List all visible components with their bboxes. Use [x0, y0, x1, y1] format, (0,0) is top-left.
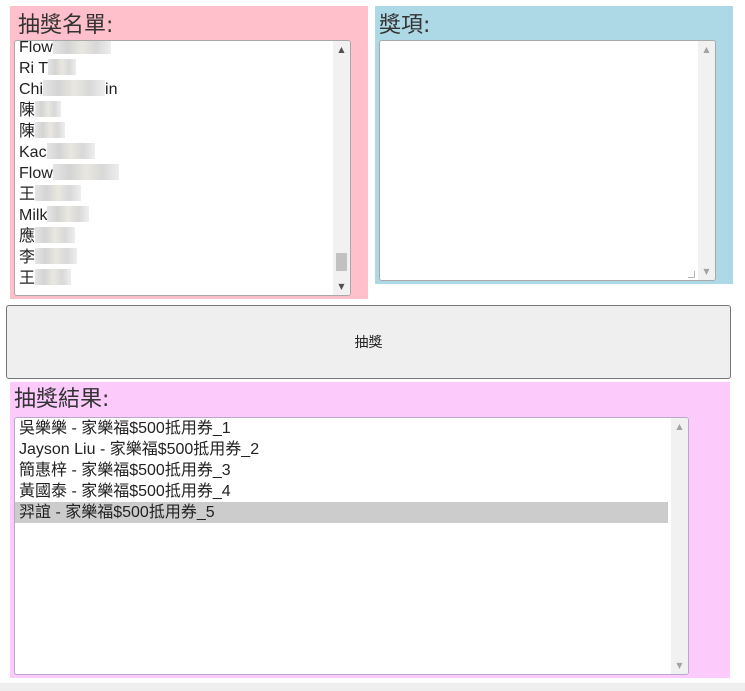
entrant-name-suffix: in: [105, 81, 118, 98]
results-list: 吳樂樂 - 家樂福$500抵用券_1 Jayson Liu - 家樂福$500抵用…: [15, 418, 668, 523]
prizes-title: 獎項:: [379, 13, 431, 38]
list-item[interactable]: 羿誼 - 家樂福$500抵用券_5: [15, 502, 668, 523]
redacted-text: [47, 206, 90, 222]
redacted-text: [48, 59, 77, 75]
entrant-name: 李: [19, 249, 36, 266]
entrant-name: 王: [19, 270, 36, 287]
page-bottom-strip: [0, 683, 745, 691]
redacted-text: [35, 101, 62, 117]
list-item[interactable]: Flow: [19, 163, 330, 184]
redacted-text: [52, 41, 111, 54]
entrants-panel: 抽獎名單: Flow Ri T Chi in 陳陳 Kac Flow 王 Milk 應李王 ▲ ▼: [10, 6, 368, 299]
entrants-scroll-thumb[interactable]: [336, 253, 347, 271]
scroll-down-icon[interactable]: ▼: [698, 263, 715, 280]
list-item[interactable]: Ri T: [19, 58, 330, 79]
redacted-text: [43, 80, 106, 96]
draw-button[interactable]: 抽獎: [6, 305, 731, 379]
results-panel: 抽獎結果: 吳樂樂 - 家樂福$500抵用券_1 Jayson Liu - 家樂福…: [10, 382, 730, 678]
list-item[interactable]: 簡惠梓 - 家樂福$500抵用券_3: [19, 460, 668, 481]
entrant-name: Flow: [19, 165, 53, 182]
redacted-text: [35, 122, 66, 138]
entrants-scrollbar[interactable]: ▲ ▼: [333, 41, 350, 295]
entrant-name: Chi: [19, 81, 44, 98]
list-item[interactable]: 王: [19, 268, 330, 289]
redacted-text: [35, 227, 76, 243]
list-item[interactable]: Kac: [19, 142, 330, 163]
list-item[interactable]: 吳樂樂 - 家樂福$500抵用券_1: [19, 418, 668, 439]
entrants-title: 抽獎名單:: [18, 13, 114, 38]
entrant-name: 應: [19, 228, 36, 245]
results-listbox[interactable]: 吳樂樂 - 家樂福$500抵用券_1 Jayson Liu - 家樂福$500抵用…: [14, 417, 689, 675]
scroll-up-icon[interactable]: ▲: [698, 41, 715, 58]
redacted-text: [35, 269, 72, 285]
redacted-text: [46, 143, 95, 159]
entrants-listbox[interactable]: Flow Ri T Chi in 陳陳 Kac Flow 王 Milk 應李王 ▲ ▼: [14, 40, 351, 296]
prizes-panel: 獎項: ▲ ▼: [375, 6, 733, 284]
redacted-text: [52, 164, 119, 180]
entrant-name: 陳: [19, 102, 36, 119]
prizes-scrollbar[interactable]: ▲ ▼: [698, 41, 715, 280]
entrant-name: 王: [19, 186, 36, 203]
list-item[interactable]: 陳: [19, 100, 330, 121]
scroll-up-icon[interactable]: ▲: [671, 418, 688, 435]
entrant-name: Milk: [19, 207, 48, 224]
list-item[interactable]: 李: [19, 247, 330, 268]
scroll-down-icon[interactable]: ▼: [333, 278, 350, 295]
redacted-text: [35, 248, 78, 264]
list-item[interactable]: Milk: [19, 205, 330, 226]
list-item[interactable]: 黃國泰 - 家樂福$500抵用券_4: [19, 481, 668, 502]
list-item[interactable]: 陳: [19, 121, 330, 142]
list-item[interactable]: 王: [19, 184, 330, 205]
entrant-name: Kac: [19, 144, 47, 161]
results-title: 抽獎結果:: [14, 387, 110, 412]
scroll-down-icon[interactable]: ▼: [671, 657, 688, 674]
list-item[interactable]: Jayson Liu - 家樂福$500抵用券_2: [19, 439, 668, 460]
list-item[interactable]: Chi in: [19, 79, 330, 100]
resize-grip-icon[interactable]: [688, 271, 695, 278]
list-item[interactable]: 應: [19, 226, 330, 247]
scroll-up-icon[interactable]: ▲: [333, 41, 350, 58]
entrant-name: Flow: [19, 40, 53, 56]
prizes-listbox[interactable]: ▲ ▼: [379, 40, 716, 281]
entrant-name: 陳: [19, 123, 36, 140]
redacted-text: [35, 185, 82, 201]
list-item[interactable]: Flow: [19, 40, 330, 58]
entrants-list: Flow Ri T Chi in 陳陳 Kac Flow 王 Milk 應李王: [19, 40, 330, 289]
results-scrollbar[interactable]: ▲ ▼: [671, 418, 688, 674]
entrant-name: Ri T: [19, 60, 49, 77]
